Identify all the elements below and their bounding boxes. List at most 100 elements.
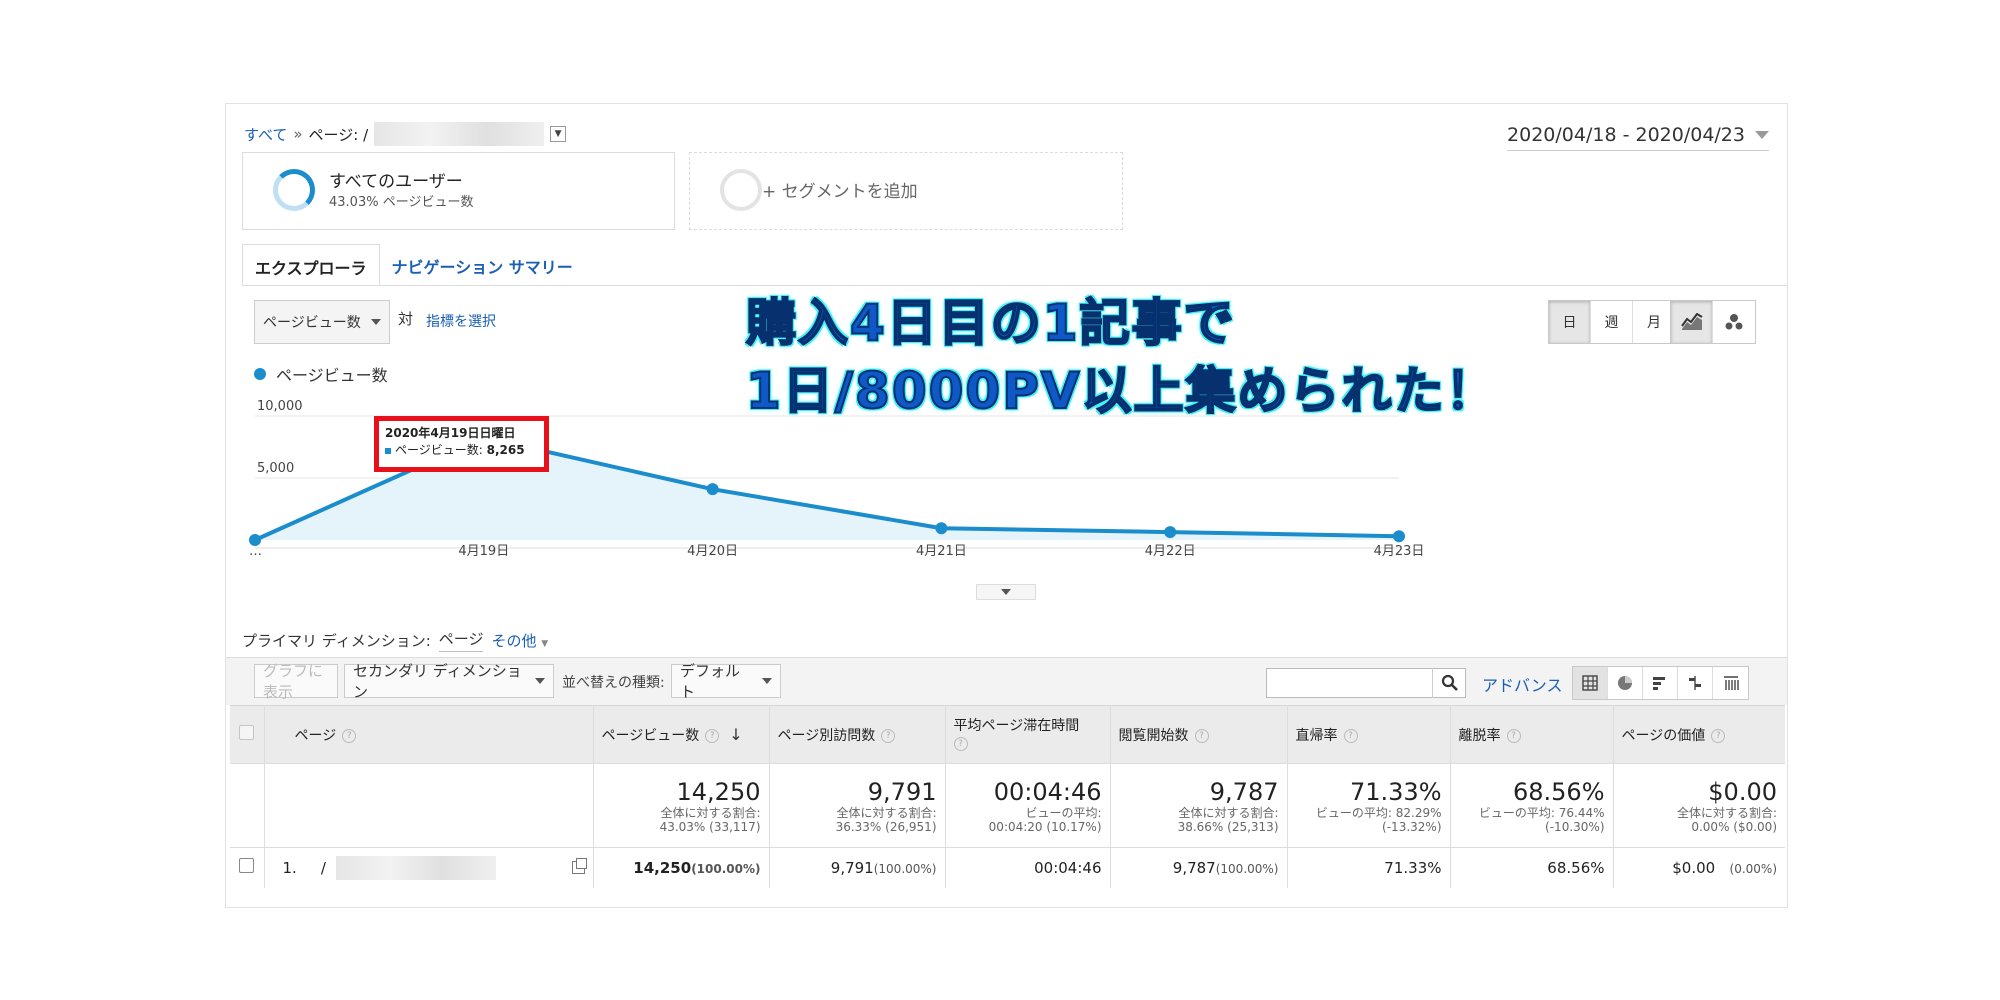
breadcrumb-all-link[interactable]: すべて — [244, 124, 287, 145]
row-unique-cell: 9,791(100.00%) — [769, 847, 946, 888]
total-value: 71.33% — [1349, 777, 1442, 806]
total-note: 全体に対する割合: — [1676, 805, 1777, 820]
row-entrances: 9,787 — [1172, 858, 1216, 877]
tab-explorer[interactable]: エクスプローラ — [242, 244, 380, 286]
total-value: 68.56% — [1512, 777, 1605, 806]
help-icon[interactable]: ? — [1506, 728, 1521, 743]
period-toggle: 日 週 月 — [1548, 300, 1676, 344]
chart-collapse-handle[interactable] — [976, 584, 1036, 600]
column-header-entrances[interactable]: 閲覧開始数? — [1110, 705, 1288, 764]
row-pageviews: 14,250 — [633, 858, 692, 877]
page-dropdown-toggle[interactable]: ▼ — [550, 126, 567, 142]
chart-type-toggle — [1670, 300, 1756, 344]
total-note: (-13.32%) — [1382, 819, 1442, 834]
plot-rows-button[interactable]: グラフに表示 — [254, 662, 338, 701]
select-all-cell — [230, 705, 265, 764]
x-tick-label: 4月19日 — [458, 544, 509, 559]
table-view-button[interactable] — [1573, 667, 1608, 699]
pie-view-button[interactable] — [1608, 667, 1643, 699]
table-header-row: ページ? ページビュー数? ↓ ページ別訪問数? 平均ページ滞在時間? 閲覧開始数… — [230, 705, 1785, 764]
report-tabs: エクスプローラ ナビゲーション サマリー — [242, 244, 585, 286]
select-all-checkbox[interactable] — [239, 725, 255, 740]
help-icon[interactable]: ? — [705, 728, 720, 743]
help-icon[interactable]: ? — [1194, 728, 1209, 743]
primary-dimension-current[interactable]: ページ — [438, 628, 484, 652]
redacted-page-path[interactable] — [335, 855, 496, 880]
primary-dimension-label: プライマリ ディメンション: — [242, 631, 431, 650]
sort-type-select[interactable]: デフォルト — [671, 662, 781, 701]
total-note: 全体に対する割合: — [836, 805, 937, 820]
table-totals-row: 14,250 全体に対する割合: 43.03% (33,117) 9,791 全体に対… — [230, 763, 1785, 848]
column-header-pageviews[interactable]: ページビュー数? ↓ — [593, 705, 770, 764]
totals-empty-cell — [230, 763, 265, 848]
help-icon[interactable]: ? — [342, 728, 357, 743]
series-square-icon — [385, 447, 391, 454]
column-header-label: ページの価値 — [1621, 727, 1706, 744]
period-week-button[interactable]: 週 — [1591, 301, 1633, 343]
tab-divider — [242, 285, 1787, 286]
tooltip-value-line: ページビュー数: 8,265 — [385, 441, 538, 458]
bar-list-icon — [1653, 677, 1665, 690]
metric-select[interactable]: ページビュー数 — [254, 300, 390, 344]
data-point — [935, 522, 948, 535]
primary-dimension-other[interactable]: その他 ▼ — [491, 630, 548, 651]
help-icon[interactable]: ? — [881, 728, 896, 743]
column-header-exit[interactable]: 離脱率? — [1450, 705, 1614, 764]
pivot-view-button[interactable] — [1713, 667, 1748, 699]
segment-all-users[interactable]: すべてのユーザー 43.03% ページビュー数 — [242, 152, 675, 230]
row-exit: 68.56% — [1547, 858, 1605, 877]
column-header-bounce[interactable]: 直帰率? — [1287, 705, 1451, 764]
search-button[interactable] — [1432, 668, 1466, 698]
row-value-cell: $0.00 (0.00%) — [1613, 847, 1785, 888]
segment-ring-icon — [273, 169, 315, 211]
segment-subtitle: 43.03% ページビュー数 — [329, 195, 474, 210]
add-segment-label: + セグメントを追加 — [762, 182, 918, 202]
period-day-button[interactable]: 日 — [1549, 301, 1591, 343]
total-note: 36.33% (26,951) — [835, 819, 937, 834]
data-table: ページ? ページビュー数? ↓ ページ別訪問数? 平均ページ滞在時間? 閲覧開始数… — [230, 705, 1785, 888]
motion-chart-button[interactable] — [1713, 301, 1755, 343]
chevron-down-icon: ▼ — [541, 638, 549, 649]
add-segment-button[interactable]: + セグメントを追加 — [689, 152, 1123, 230]
breadcrumb-page-label: ページ: / — [308, 125, 369, 144]
column-header-unique[interactable]: ページ別訪問数? — [769, 705, 946, 764]
row-checkbox[interactable] — [239, 858, 255, 874]
total-value: 9,791 — [867, 777, 937, 806]
overlay-annotation: 購入4日目の1記事で 1日/8000PV以上集められた！ — [745, 289, 1498, 425]
row-avgtime-cell: 00:04:46 — [945, 847, 1111, 888]
column-header-page[interactable]: ページ? — [264, 705, 594, 764]
performance-view-button[interactable] — [1643, 667, 1678, 699]
date-range-picker[interactable]: 2020/04/18 - 2020/04/23 — [1507, 124, 1769, 151]
total-note: ビューの平均: 82.29% — [1315, 805, 1442, 820]
search-icon — [1441, 674, 1458, 691]
secondary-dimension-select[interactable]: セカンダリ ディメンション — [344, 662, 554, 701]
column-header-label: ページ別訪問数 — [777, 727, 876, 744]
x-tick-label: 4月21日 — [916, 544, 967, 559]
row-pageviews-pct: (100.00%) — [691, 861, 761, 876]
line-chart-button[interactable] — [1671, 301, 1713, 343]
totals-cell: 71.33% ビューの平均: 82.29% (-13.32%) — [1287, 763, 1451, 848]
chart-tooltip: 2020年4月19日日曜日 ページビュー数: 8,265 — [374, 416, 549, 472]
advanced-filter-link[interactable]: アドバンス — [1482, 672, 1562, 696]
help-icon[interactable]: ? — [1343, 728, 1358, 743]
row-entrances-pct: (100.00%) — [1215, 861, 1279, 876]
pivot-icon — [1723, 676, 1739, 690]
column-header-avg-time[interactable]: 平均ページ滞在時間? — [945, 705, 1111, 764]
tab-navigation-summary[interactable]: ナビゲーション サマリー — [380, 244, 585, 286]
versus-label: 対 — [398, 310, 414, 328]
column-header-label: ページビュー数 — [601, 727, 700, 744]
comparison-view-button[interactable] — [1678, 667, 1713, 699]
help-icon[interactable]: ? — [1711, 728, 1726, 743]
help-icon[interactable]: ? — [953, 736, 968, 751]
open-external-icon[interactable] — [571, 858, 587, 875]
period-month-button[interactable]: 月 — [1633, 301, 1675, 343]
data-point — [1164, 526, 1177, 539]
row-unique-pct: (100.00%) — [873, 861, 937, 876]
row-bounce-cell: 71.33% — [1287, 847, 1451, 888]
pick-metric-link[interactable]: 指標を選択 — [426, 311, 496, 331]
column-header-value[interactable]: ページの価値? — [1613, 705, 1785, 764]
sort-type-value: デフォルト — [680, 662, 741, 701]
row-pageviews-cell: 14,250(100.00%) — [593, 847, 770, 888]
y-tick-label: 10,000 — [257, 399, 303, 414]
totals-cell: 9,787 全体に対する割合: 38.66% (25,313) — [1110, 763, 1288, 848]
